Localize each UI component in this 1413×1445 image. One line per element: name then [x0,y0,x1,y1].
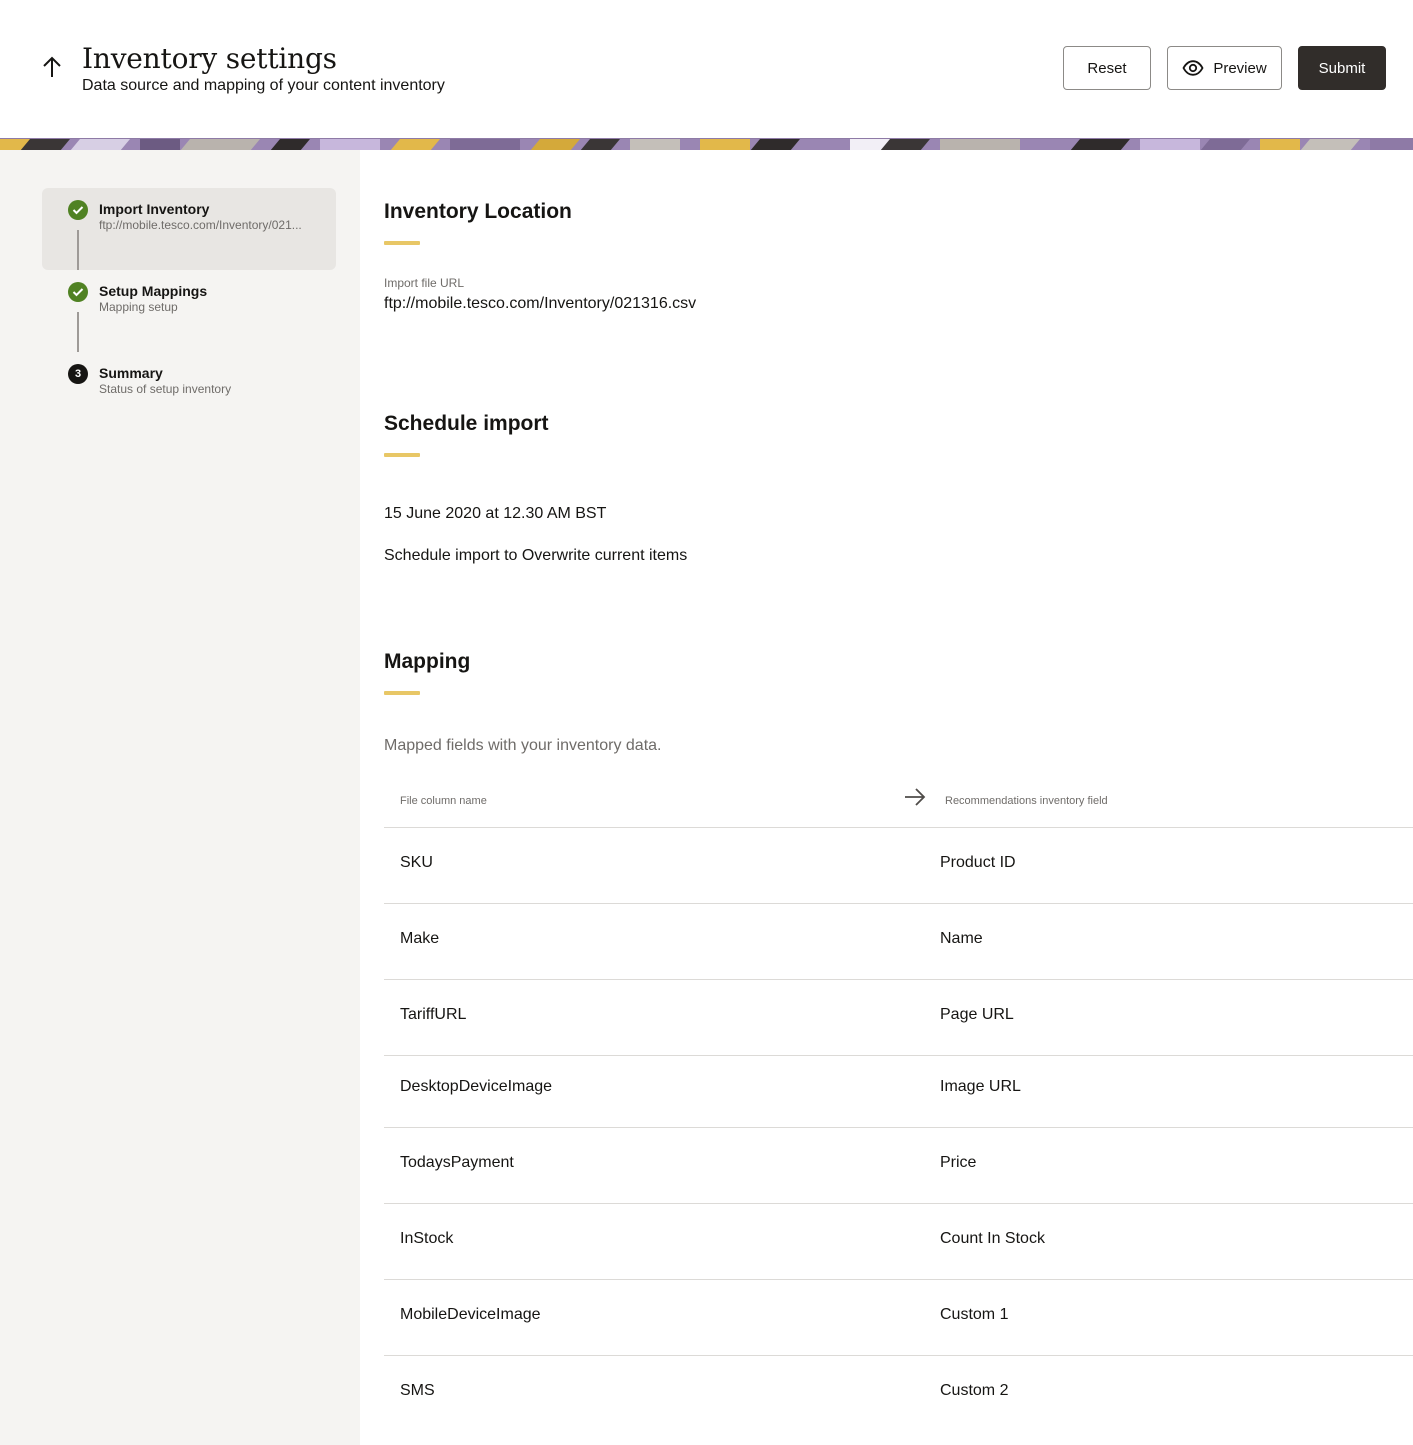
mapping-description: Mapped fields with your inventory data. [384,737,662,754]
reset-button-label: Reset [1087,59,1127,77]
step-number-badge: 3 [68,364,88,384]
step-summary[interactable]: 3 Summary Status of setup inventory [68,364,338,414]
step-subtitle: Status of setup inventory [99,382,232,396]
column-header-field: Recommendations inventory field [945,795,1108,807]
submit-button-label: Submit [1318,59,1366,77]
table-row: TodaysPayment Price [384,1128,1413,1204]
inventory-field-cell: Custom 1 [940,1306,1009,1323]
preview-button-label: Preview [1213,59,1267,77]
file-column-cell: InStock [400,1230,454,1247]
file-column-cell: TodaysPayment [400,1154,514,1171]
step-title: Summary [99,365,163,381]
inventory-field-cell: Count In Stock [940,1230,1045,1247]
step-setup-mappings[interactable]: Setup Mappings Mapping setup [68,282,338,332]
step-import-inventory[interactable]: Import Inventory ftp://mobile.tesco.com/… [68,200,338,250]
mapping-table: File column name Recommendations invento… [384,775,1413,1432]
inventory-field-cell: Price [940,1154,977,1171]
banner-pattern [0,139,1413,150]
page-header: Inventory settings Data source and mappi… [0,0,1413,138]
eye-icon [1182,60,1204,76]
step-subtitle: Mapping setup [99,300,178,314]
table-row: SKU Product ID [384,828,1413,904]
section-accent [384,691,420,695]
step-subtitle: ftp://mobile.tesco.com/Inventory/021... [99,218,302,232]
inventory-field-cell: Image URL [940,1078,1021,1095]
submit-button[interactable]: Submit [1298,46,1386,90]
page-subtitle: Data source and mapping of your content … [82,77,445,94]
table-row: Make Name [384,904,1413,980]
step-title: Setup Mappings [99,283,208,299]
table-header: File column name Recommendations invento… [384,775,1413,828]
page-title: Inventory settings [82,42,337,75]
inventory-field-cell: Product ID [940,854,1016,871]
section-accent [384,241,420,245]
table-row: SMS Custom 2 [384,1356,1413,1432]
file-column-cell: Make [400,930,440,947]
arrow-right-icon [903,787,927,812]
column-header-file: File column name [400,795,487,807]
file-column-cell: SKU [400,854,433,871]
back-button[interactable] [36,50,68,84]
inventory-location-title: Inventory Location [384,200,572,223]
inventory-field-cell: Page URL [940,1006,1014,1023]
check-circle-icon [68,282,88,302]
schedule-mode: Schedule import to Overwrite current ite… [384,547,688,564]
inventory-field-cell: Custom 2 [940,1382,1009,1399]
inventory-field-cell: Name [940,930,983,947]
table-row: InStock Count In Stock [384,1204,1413,1280]
preview-button[interactable]: Preview [1167,46,1282,90]
check-circle-icon [68,200,88,220]
file-column-cell: TariffURL [400,1006,467,1023]
schedule-date: 15 June 2020 at 12.30 AM BST [384,505,607,522]
table-row: MobileDeviceImage Custom 1 [384,1280,1413,1356]
sidebar [0,150,360,1445]
mapping-title: Mapping [384,650,471,673]
import-url-label: Import file URL [384,276,465,290]
decorative-banner [0,138,1413,150]
table-row: DesktopDeviceImage Image URL [384,1056,1413,1128]
section-accent [384,453,420,457]
file-column-cell: DesktopDeviceImage [400,1078,553,1095]
table-row: TariffURL Page URL [384,980,1413,1056]
reset-button[interactable]: Reset [1063,46,1151,90]
file-column-cell: MobileDeviceImage [400,1306,541,1323]
import-url-value: ftp://mobile.tesco.com/Inventory/021316.… [384,295,697,312]
arrow-up-icon [43,56,61,77]
step-title: Import Inventory [99,201,210,217]
file-column-cell: SMS [400,1382,435,1399]
schedule-import-title: Schedule import [384,412,549,435]
